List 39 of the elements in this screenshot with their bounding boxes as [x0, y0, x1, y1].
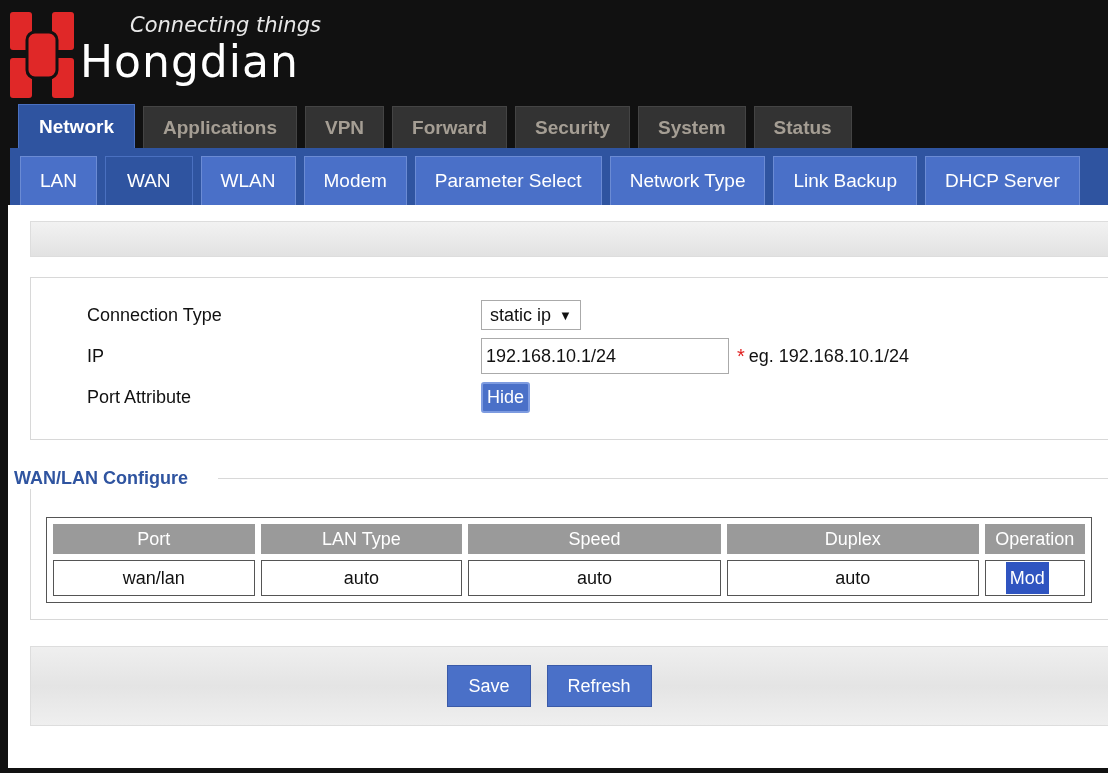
table-cell: wan/lan	[53, 560, 255, 596]
menu-tab[interactable]: Network	[18, 104, 135, 148]
logo-icon	[10, 12, 74, 98]
ip-hint: eg. 192.168.10.1/24	[748, 345, 909, 367]
menu-tab[interactable]: Status	[753, 106, 852, 148]
menu-tab[interactable]: VPN	[305, 106, 385, 148]
column-header: LAN Type	[260, 524, 463, 554]
submenu-tab[interactable]: Modem	[303, 156, 407, 205]
table-cell: auto	[260, 560, 463, 596]
submenu-tab[interactable]: Parameter Select	[414, 156, 602, 205]
submenu-tab[interactable]: DHCP Server	[925, 156, 1080, 205]
refresh-button[interactable]: Refresh	[546, 665, 652, 707]
table-cell: auto	[468, 560, 721, 596]
required-mark: *	[737, 344, 745, 368]
section-title: WAN/LAN Configure	[14, 468, 189, 489]
field-label: Connection Type	[87, 304, 223, 326]
column-header: Duplex	[726, 524, 979, 554]
column-header: Speed	[468, 524, 721, 554]
hide-button[interactable]: Hide	[481, 382, 531, 413]
menu-tab[interactable]: Forward	[392, 106, 507, 148]
brand-name: Hongdian	[80, 38, 300, 86]
submenu-tab[interactable]: Network Type	[609, 156, 766, 205]
submenu-tab[interactable]: Link Backup	[773, 156, 917, 205]
modify-button[interactable]: Mod	[1005, 562, 1049, 594]
tagline: Connecting things	[130, 12, 321, 38]
menu-tab[interactable]: Security	[515, 106, 630, 148]
menu-tab[interactable]: System	[638, 106, 746, 148]
field-label: IP	[87, 345, 105, 367]
ip-input[interactable]: 192.168.10.1/24	[481, 338, 729, 374]
submenu-tab[interactable]: WLAN	[200, 156, 296, 205]
save-button[interactable]: Save	[447, 665, 531, 707]
column-header: Operation	[984, 524, 1085, 554]
table-cell: auto	[726, 560, 979, 596]
field-label: Port Attribute	[87, 387, 193, 408]
column-header: Port	[53, 524, 255, 554]
menu-tab[interactable]: Applications	[142, 106, 297, 148]
submenu-tab[interactable]: WAN	[104, 156, 193, 205]
connection-type-select[interactable]: static ip ▼	[481, 300, 581, 330]
submenu-tab[interactable]: LAN	[20, 156, 97, 205]
